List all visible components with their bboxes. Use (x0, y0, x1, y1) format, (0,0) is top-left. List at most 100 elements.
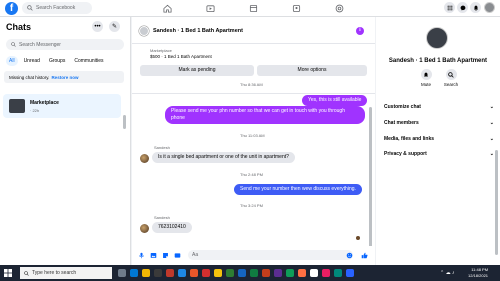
chat-info-panel: Sandesh · 1 Bed 1 Bath Apartment Mute Se… (376, 17, 500, 265)
info-icon[interactable]: i (356, 27, 364, 35)
excel-icon[interactable] (250, 269, 258, 277)
conversation-scrollbar[interactable] (369, 107, 372, 255)
word-icon[interactable] (238, 269, 246, 277)
mark-as-pending-button[interactable]: Mark as pending (140, 65, 254, 76)
video-icon[interactable] (205, 3, 216, 14)
mute-label: Mute (420, 82, 431, 87)
section-chat-members[interactable]: Chat members ⌄ (384, 118, 494, 128)
compose-icon[interactable]: ✎ (109, 21, 120, 32)
app-icon[interactable] (298, 269, 306, 277)
message-timestamp: Thu 11:03 AM (240, 133, 265, 138)
sender-avatar[interactable] (140, 224, 149, 233)
message-timestamp: Thu 8:36 AM (240, 82, 263, 87)
section-privacy-support[interactable]: Privacy & support ⌄ (384, 149, 494, 159)
outgoing-message[interactable]: Send me your number then wew discuss eve… (234, 184, 362, 195)
clock-date: 12/18/2021 (468, 273, 489, 278)
marketplace-icon[interactable] (248, 3, 259, 14)
message-input[interactable]: Aa (188, 250, 353, 260)
file-explorer-icon[interactable] (142, 269, 150, 277)
chrome-icon[interactable] (214, 269, 222, 277)
outgoing-message[interactable]: Please send me your phn number so that w… (165, 106, 365, 124)
section-media-files-links[interactable]: Media, files and links ⌄ (384, 134, 494, 144)
powerpoint-icon[interactable] (262, 269, 270, 277)
app-icon[interactable] (286, 269, 294, 277)
chevron-down-icon: ⌄ (489, 136, 494, 142)
info-panel-scrollbar[interactable] (495, 150, 498, 255)
mute-button[interactable]: Mute (414, 69, 438, 87)
windows-taskbar: Type here to search ⌃ ☁ ♪ 11:48 PM 12/18… (0, 265, 500, 281)
app-icon[interactable] (322, 269, 330, 277)
taskbar-clock[interactable]: 11:48 PM 12/18/2021 (468, 267, 488, 279)
chat-filters: All Unread Groups Communities (6, 56, 107, 66)
messenger-icon[interactable] (457, 2, 468, 13)
app-icon[interactable] (346, 269, 354, 277)
filter-unread[interactable]: Unread (21, 56, 43, 66)
app-icon[interactable] (226, 269, 234, 277)
app-icon[interactable] (190, 269, 198, 277)
incoming-message[interactable]: 7623102410 (152, 222, 192, 233)
restore-now-link[interactable]: Restore now (51, 75, 78, 80)
incoming-message[interactable]: Is it a single bed apartment or one of t… (152, 152, 295, 163)
chats-sidebar: Chats ••• ✎ Search Messenger All Unread … (0, 17, 131, 265)
mic-icon[interactable] (138, 252, 145, 259)
image-icon[interactable] (150, 252, 157, 259)
section-customize-chat[interactable]: Customize chat ⌄ (384, 102, 494, 112)
marketplace-thumbnail (9, 99, 25, 113)
gif-icon[interactable] (174, 252, 181, 259)
home-icon[interactable] (162, 3, 173, 14)
chevron-down-icon: ⌄ (489, 120, 494, 126)
search-icon (11, 42, 16, 47)
app-icon[interactable] (334, 269, 342, 277)
chevron-down-icon: ⌄ (489, 104, 494, 110)
avatar[interactable] (484, 2, 495, 13)
seen-indicator-avatar (356, 236, 360, 240)
chat-info-avatar (426, 27, 448, 49)
search-conversation-button[interactable]: Search (439, 69, 463, 87)
app-icon[interactable] (202, 269, 210, 277)
conversation-title[interactable]: Sandesh · 1 Bed 1 Bath Apartment (153, 28, 243, 34)
groups-icon[interactable] (291, 3, 302, 14)
messenger-search-placeholder: Search Messenger (19, 41, 61, 48)
sticker-icon[interactable] (162, 252, 169, 259)
chat-name: Marketplace (30, 100, 59, 106)
sender-avatar[interactable] (140, 154, 149, 163)
message-timestamp: Thu 3:24 PM (240, 203, 263, 208)
facebook-search-placeholder: Search Facebook (36, 5, 76, 11)
outgoing-message[interactable]: Yes, this is still available (302, 95, 368, 106)
app-icon[interactable] (310, 269, 318, 277)
marketplace-label: Marketplace (150, 48, 172, 53)
menu-grid-icon[interactable] (444, 2, 455, 13)
task-view-icon[interactable] (118, 269, 126, 277)
more-options-button[interactable]: More options (257, 65, 367, 76)
filter-groups[interactable]: Groups (46, 56, 68, 66)
taskbar-search-placeholder: Type here to search (32, 270, 77, 276)
missing-history-banner: Missing chat history. Restore now (4, 71, 124, 83)
chevron-down-icon: ⌄ (489, 151, 494, 157)
chat-list-item[interactable]: Marketplace · 22h (3, 94, 121, 118)
windows-start-icon[interactable] (4, 269, 12, 277)
search-icon (24, 270, 29, 276)
section-label: Media, files and links (384, 136, 435, 142)
filter-communities[interactable]: Communities (71, 56, 106, 66)
system-tray-icons[interactable]: ⌃ ☁ ♪ (440, 270, 454, 276)
app-icon[interactable] (274, 269, 282, 277)
listing-price[interactable]: $500 · 1 Bed 1 Bath Apartment (150, 54, 212, 59)
store-icon[interactable] (154, 269, 162, 277)
facebook-logo[interactable]: f (5, 2, 18, 15)
emoji-icon[interactable] (346, 252, 353, 259)
gaming-icon[interactable] (334, 3, 345, 14)
app-icon[interactable] (178, 269, 186, 277)
app-icon[interactable] (166, 269, 174, 277)
chats-scrollbar[interactable] (123, 115, 126, 129)
filter-all[interactable]: All (6, 56, 18, 66)
conversation-panel: Sandesh · 1 Bed 1 Bath Apartment i Marke… (132, 17, 375, 265)
facebook-search-input[interactable]: Search Facebook (22, 2, 92, 14)
section-label: Chat members (384, 120, 419, 126)
edge-icon[interactable] (130, 269, 138, 277)
taskbar-search-input[interactable]: Type here to search (20, 267, 112, 279)
like-icon[interactable] (361, 252, 368, 259)
more-options-button[interactable]: ••• (92, 21, 103, 32)
messenger-search-input[interactable]: Search Messenger (6, 39, 124, 50)
bell-icon[interactable] (470, 2, 481, 13)
sender-name: Sandesh (154, 215, 170, 220)
